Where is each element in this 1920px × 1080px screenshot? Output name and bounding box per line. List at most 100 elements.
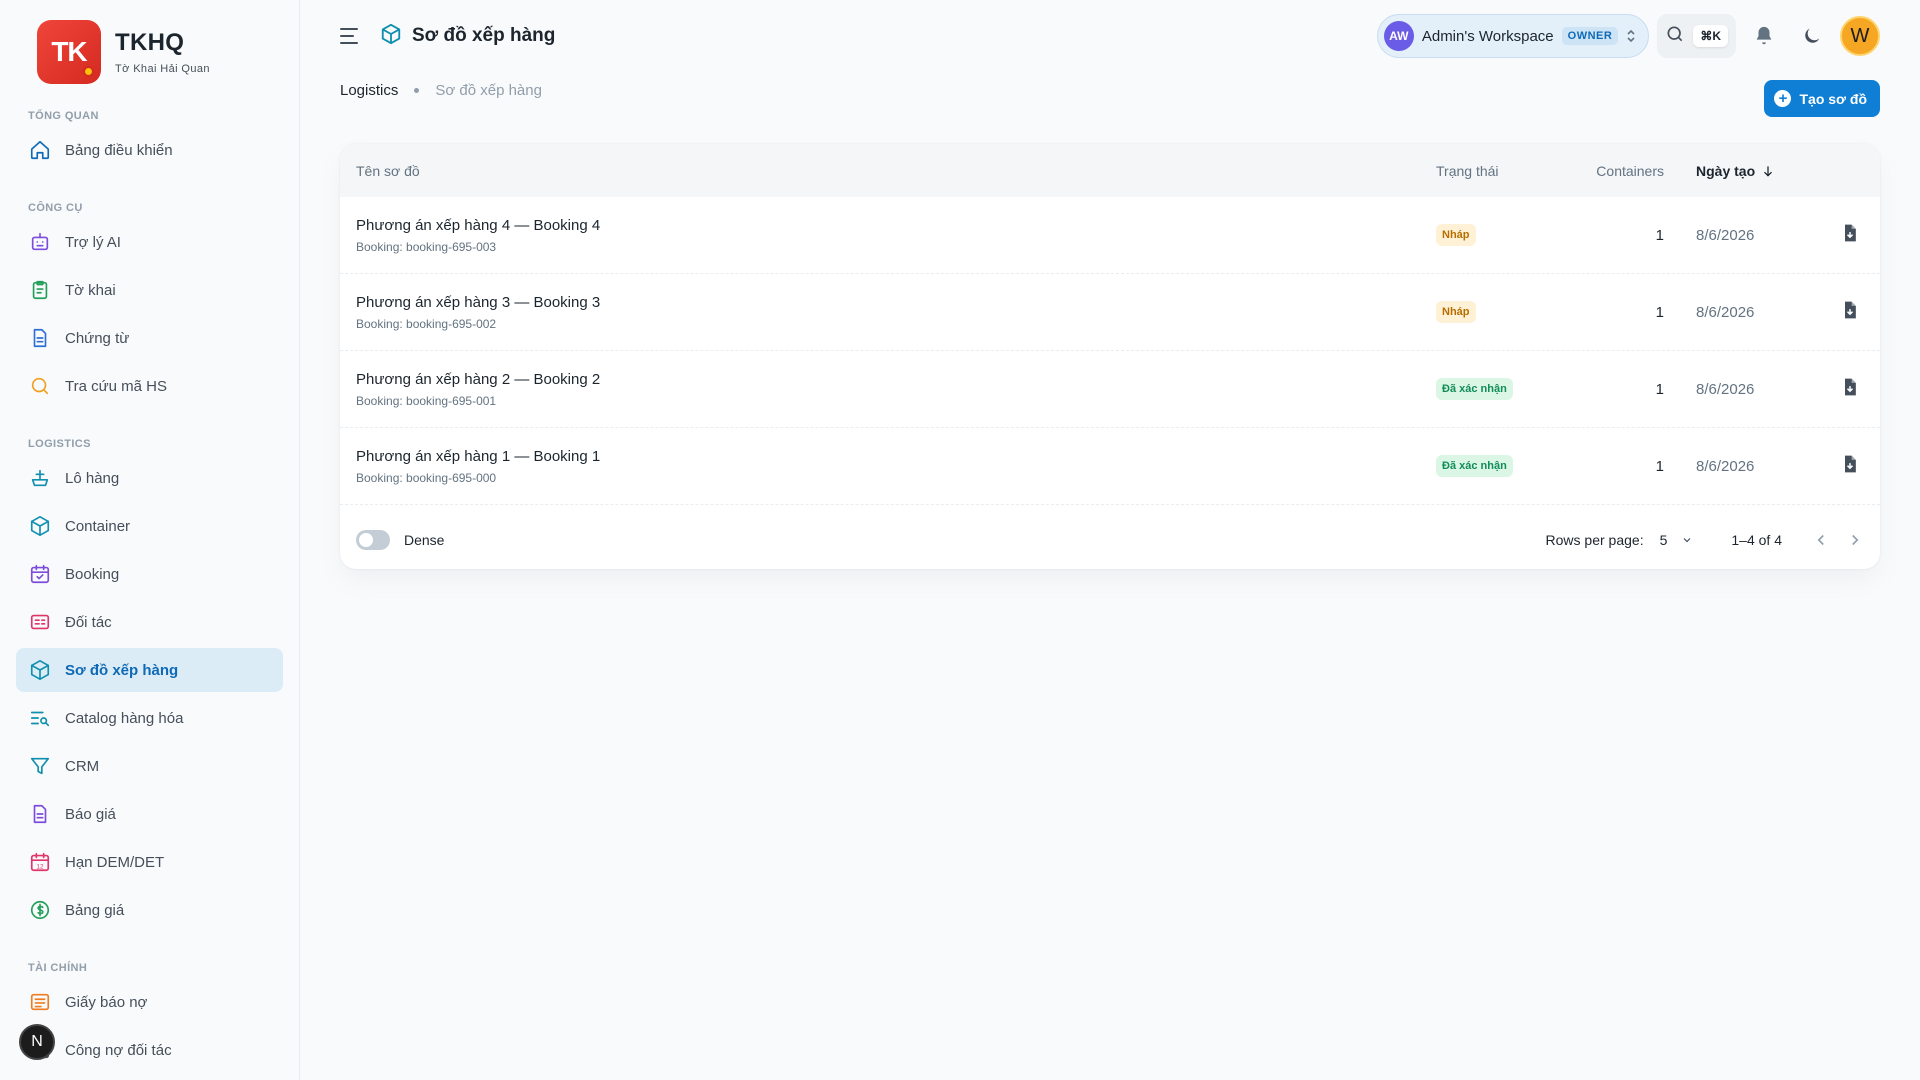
sidebar-item-label: Giấy báo nợ: [65, 993, 148, 1011]
sidebar-item[interactable]: 12 Hạn DEM/DET: [16, 840, 283, 884]
brand-subtitle: Tờ Khai Hải Quan: [115, 63, 210, 75]
sidebar: TK TKHQ Tờ Khai Hải Quan TỔNG QUAN Bảng đ…: [0, 0, 300, 1080]
sidebar-item[interactable]: Đối tác: [16, 600, 283, 644]
arrow-down-icon: [1764, 165, 1773, 177]
top-header: Sơ đồ xếp hàng AW Admin's Workspace OWNE…: [300, 0, 1920, 72]
status-badge: Đã xác nhận: [1436, 455, 1513, 477]
sidebar-item[interactable]: Chứng từ: [16, 316, 283, 360]
status-badge: Đã xác nhận: [1436, 378, 1513, 400]
sidebar-item[interactable]: Giấy báo nợ: [16, 980, 283, 1024]
floating-n-badge[interactable]: N: [19, 1024, 55, 1060]
breadcrumb-parent[interactable]: Logistics: [340, 82, 398, 99]
sidebar-item-label: Catalog hàng hóa: [65, 709, 184, 727]
id-card-icon: [29, 611, 51, 633]
diagram-booking: Booking: booking-695-002: [356, 316, 497, 331]
column-header-status[interactable]: Trạng thái: [1436, 163, 1556, 179]
create-diagram-button[interactable]: + Tạo sơ đồ: [1764, 80, 1880, 117]
diagram-booking: Booking: booking-695-000: [356, 470, 497, 485]
diagram-name[interactable]: Phương án xếp hàng 1 — Booking 1: [356, 448, 1436, 465]
rows-per-page-label: Rows per page:: [1545, 532, 1644, 548]
sidebar-item[interactable]: Lô hàng: [16, 456, 283, 500]
search-icon: [29, 375, 51, 397]
breadcrumb-current: Sơ đồ xếp hàng: [435, 82, 542, 99]
nav-section-title: CÔNG CỤ: [28, 202, 83, 214]
sidebar-item-label: Bảng điều khiển: [65, 141, 173, 159]
sidebar-item-label: Trợ lý AI: [65, 233, 121, 251]
diagram-name[interactable]: Phương án xếp hàng 3 — Booking 3: [356, 294, 1436, 311]
created-date: 8/6/2026: [1696, 226, 1755, 244]
diagram-name[interactable]: Phương án xếp hàng 2 — Booking 2: [356, 371, 1436, 388]
cube-icon: [380, 23, 402, 50]
logo-text: TK: [51, 36, 87, 67]
sidebar-item[interactable]: Bảng giá: [16, 888, 283, 932]
diagram-name[interactable]: Phương án xếp hàng 4 — Booking 4: [356, 217, 1436, 234]
dense-label: Dense: [404, 532, 445, 548]
chevron-left-icon[interactable]: [1812, 531, 1830, 549]
sidebar-item[interactable]: Sơ đồ xếp hàng: [16, 648, 283, 692]
ship-icon: [29, 467, 51, 489]
sidebar-item[interactable]: Báo giá: [16, 792, 283, 836]
sidebar-item-label: Sơ đồ xếp hàng: [65, 661, 179, 679]
diagram-booking: Booking: booking-695-003: [356, 239, 497, 254]
app-logo[interactable]: TK: [37, 20, 101, 84]
pagination-range: 1–4 of 4: [1731, 532, 1782, 548]
brand[interactable]: TK TKHQ Tờ Khai Hải Quan: [0, 0, 299, 92]
user-avatar[interactable]: W: [1840, 16, 1880, 56]
pdf-export-icon[interactable]: [1840, 377, 1860, 402]
containers-count: 1: [1655, 303, 1664, 321]
sidebar-item-label: Đối tác: [65, 613, 112, 631]
table-row[interactable]: Phương án xếp hàng 1 — Booking 1 Booking…: [340, 428, 1880, 505]
column-header-containers[interactable]: Containers: [1556, 163, 1664, 179]
sidebar-item[interactable]: Bảng điều khiển: [16, 128, 283, 172]
shortcut-kbd: ⌘K: [1693, 25, 1728, 47]
sidebar-item-label: Chứng từ: [65, 329, 130, 347]
plus-circle-icon: +: [1774, 90, 1792, 107]
sidebar-item[interactable]: Tờ khai: [16, 268, 283, 312]
menu-toggle-icon[interactable]: [340, 24, 364, 48]
robot-icon: [29, 231, 51, 253]
workspace-switcher[interactable]: AW Admin's Workspace OWNER: [1376, 14, 1650, 58]
table-row[interactable]: Phương án xếp hàng 3 — Booking 3 Booking…: [340, 274, 1880, 351]
table-row[interactable]: Phương án xếp hàng 2 — Booking 2 Booking…: [340, 351, 1880, 428]
breadcrumb-separator: [414, 88, 420, 93]
created-date: 8/6/2026: [1696, 380, 1755, 398]
sidebar-item[interactable]: Catalog hàng hóa: [16, 696, 283, 740]
containers-count: 1: [1655, 226, 1664, 244]
sidebar-item[interactable]: Container: [16, 504, 283, 548]
clipboard-icon: [29, 279, 51, 301]
chevron-right-icon[interactable]: [1846, 531, 1864, 549]
nav-section-title: LOGISTICS: [28, 438, 91, 450]
column-header-created[interactable]: Ngày tạo: [1696, 163, 1804, 179]
pdf-export-icon[interactable]: [1840, 300, 1860, 325]
nav-section-title: TÀI CHÍNH: [28, 962, 88, 974]
status-badge: Nháp: [1436, 301, 1476, 323]
sidebar-item[interactable]: Công nợ đối tác: [16, 1028, 283, 1072]
rows-per-page-select[interactable]: 5: [1660, 532, 1694, 548]
dense-toggle[interactable]: [356, 530, 390, 550]
sidebar-item-label: Hạn DEM/DET: [65, 853, 165, 871]
pdf-export-icon[interactable]: [1840, 223, 1860, 248]
pdf-export-icon[interactable]: [1840, 454, 1860, 479]
containers-count: 1: [1655, 380, 1664, 398]
rows-per-page-value: 5: [1659, 532, 1668, 548]
document-icon: [29, 327, 51, 349]
message-lines-icon: [29, 991, 51, 1013]
moon-icon[interactable]: [1792, 16, 1832, 56]
sidebar-item-label: Công nợ đối tác: [65, 1041, 172, 1059]
search-button[interactable]: ⌘K: [1657, 14, 1736, 58]
bell-icon[interactable]: [1744, 16, 1784, 56]
diagram-booking: Booking: booking-695-001: [356, 393, 497, 408]
table-row[interactable]: Phương án xếp hàng 4 — Booking 4 Booking…: [340, 197, 1880, 274]
status-badge: Nháp: [1436, 224, 1476, 246]
workspace-avatar: AW: [1383, 21, 1414, 51]
sidebar-item[interactable]: CRM: [16, 744, 283, 788]
workspace-name: Admin's Workspace: [1421, 27, 1554, 45]
nav-section-title: TỔNG QUAN: [28, 110, 99, 122]
sidebar-item[interactable]: Booking: [16, 552, 283, 596]
file-text-icon: [29, 803, 51, 825]
svg-text:12: 12: [36, 863, 44, 870]
column-header-name[interactable]: Tên sơ đồ: [340, 163, 1436, 179]
filter-icon: [29, 755, 51, 777]
sidebar-item[interactable]: Trợ lý AI: [16, 220, 283, 264]
sidebar-item[interactable]: Tra cứu mã HS: [16, 364, 283, 408]
